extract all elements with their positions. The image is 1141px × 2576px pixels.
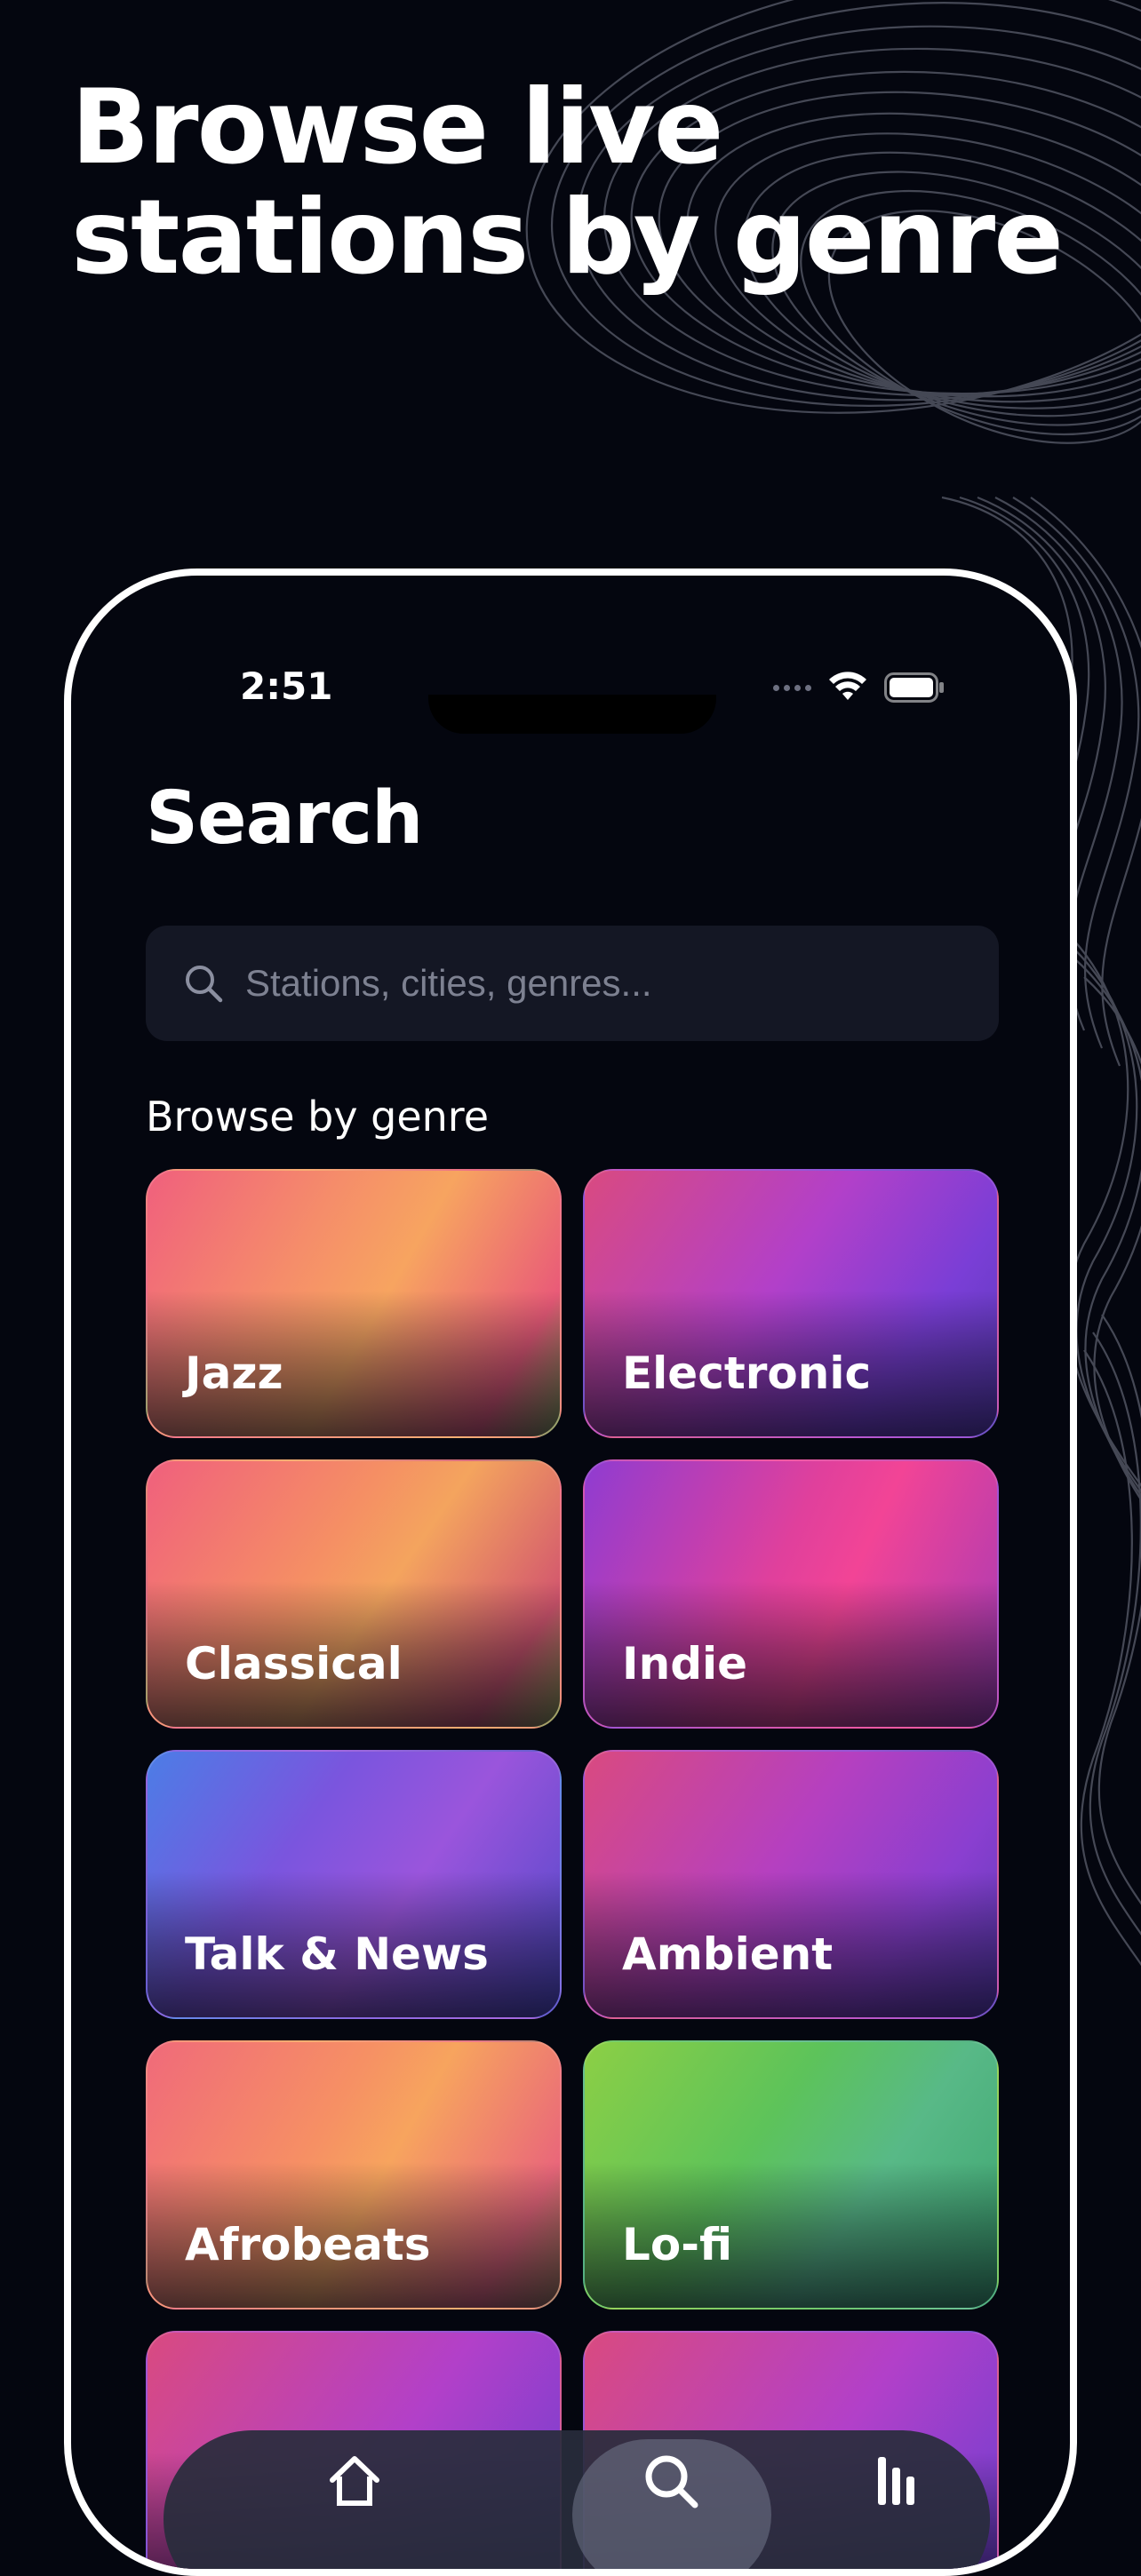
cellular-signal-icon	[773, 684, 811, 691]
tab-bar	[164, 2430, 990, 2569]
genre-grid: Jazz Electronic Classical Indie Talk & N…	[146, 1169, 999, 2569]
genre-label: Talk & News	[185, 1928, 489, 1980]
genre-tile-classical[interactable]: Classical	[146, 1459, 562, 1729]
wifi-icon	[829, 672, 866, 700]
marketing-headline: Browse live stations by genre	[71, 73, 1093, 293]
home-icon[interactable]	[323, 2450, 386, 2512]
genre-tile-afrobeats[interactable]: Afrobeats	[146, 2040, 562, 2310]
page-title: Search	[146, 776, 423, 861]
genre-label: Afrobeats	[185, 2219, 431, 2270]
phone-frame: 2:51 Search Browse by genre Jazz Electr	[64, 568, 1077, 2576]
genre-label: Jazz	[185, 1348, 283, 1399]
status-icons	[773, 672, 945, 704]
genre-label: Indie	[622, 1638, 748, 1690]
search-bar[interactable]	[146, 926, 999, 1041]
camera-notch	[428, 695, 716, 734]
genre-tile-indie[interactable]: Indie	[583, 1459, 999, 1729]
genre-tile-ambient[interactable]: Ambient	[583, 1750, 999, 2019]
genre-label: Ambient	[622, 1928, 834, 1980]
genre-tile-jazz[interactable]: Jazz	[146, 1169, 562, 1438]
genre-tile-electronic[interactable]: Electronic	[583, 1169, 999, 1438]
search-tab-icon[interactable]	[640, 2450, 702, 2512]
genre-tile-lo-fi[interactable]: Lo-fi	[583, 2040, 999, 2310]
genre-label: Electronic	[622, 1348, 872, 1399]
search-input[interactable]	[243, 961, 976, 1006]
headline-line-1: Browse live	[71, 68, 723, 187]
search-icon	[186, 966, 223, 1003]
battery-icon	[884, 672, 944, 703]
headline-line-2: stations by genre	[71, 178, 1064, 298]
genre-label: Classical	[185, 1638, 403, 1690]
library-icon[interactable]	[866, 2450, 928, 2512]
genre-tile-talk-news[interactable]: Talk & News	[146, 1750, 562, 2019]
status-time: 2:51	[240, 664, 333, 708]
section-title: Browse by genre	[146, 1093, 490, 1141]
genre-label: Lo-fi	[622, 2219, 733, 2270]
